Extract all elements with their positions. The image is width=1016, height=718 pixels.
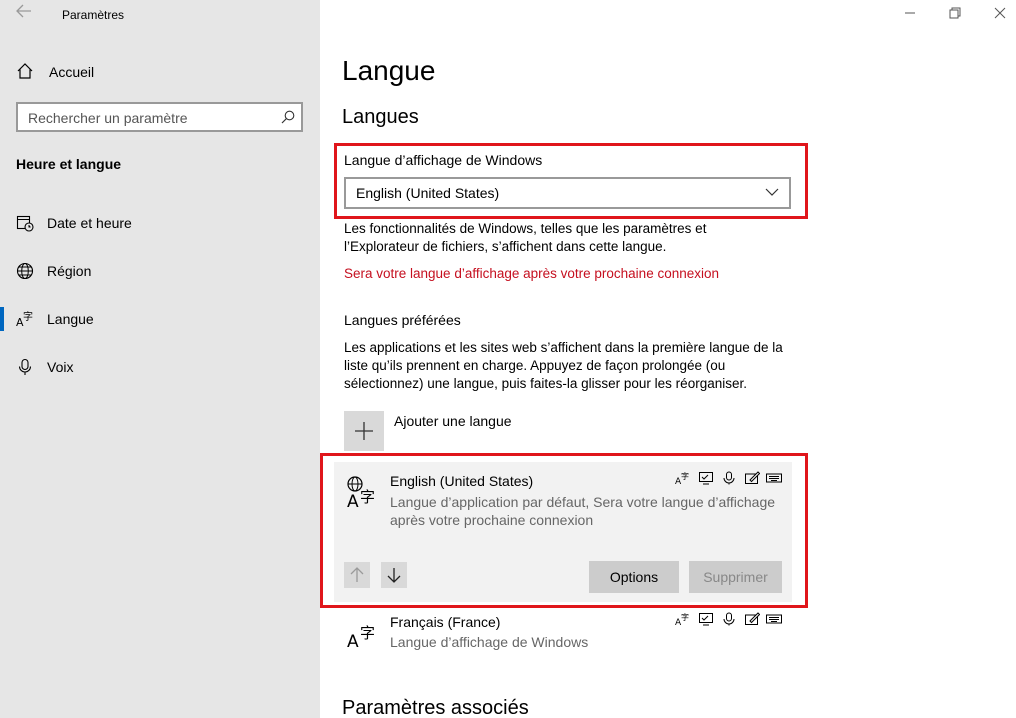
- page-title: Langue: [342, 55, 436, 86]
- sidebar-item-date-time[interactable]: Date et heure: [0, 205, 320, 241]
- back-arrow-icon[interactable]: [12, 4, 36, 24]
- sidebar: Paramètres Accueil Rechercher un paramèt…: [0, 0, 320, 718]
- svg-text:字: 字: [23, 310, 33, 323]
- arrow-down-icon: [387, 568, 401, 583]
- language-desc-1: Langue d’application par défaut, Sera vo…: [390, 494, 776, 510]
- active-indicator: [0, 307, 4, 331]
- handwriting-feature-icon: [744, 612, 761, 626]
- microphone-icon: [16, 358, 34, 376]
- search-input[interactable]: Rechercher un paramètre: [16, 102, 303, 132]
- display-language-value: English (United States): [356, 185, 500, 201]
- sidebar-item-label: Voix: [47, 359, 74, 375]
- date-time-icon: [16, 214, 34, 232]
- keyboard-feature-icon: [766, 612, 782, 626]
- nav-home[interactable]: Accueil: [0, 56, 320, 88]
- globe-icon: [16, 262, 34, 280]
- svg-text:字: 字: [681, 471, 689, 481]
- sidebar-item-voice[interactable]: Voix: [0, 349, 320, 385]
- options-button[interactable]: Options: [589, 561, 679, 593]
- close-icon[interactable]: [990, 6, 1010, 24]
- display-language-select[interactable]: English (United States): [344, 177, 791, 209]
- preferred-desc-3: sélectionnez) une langue, puis faites-la…: [344, 376, 747, 391]
- plus-icon: [355, 422, 373, 440]
- remove-button[interactable]: Supprimer: [689, 561, 782, 593]
- sidebar-item-language[interactable]: A字 Langue: [0, 301, 320, 337]
- speech-recognition-feature-icon: [721, 471, 737, 485]
- language-name[interactable]: Français (France): [390, 614, 500, 630]
- add-language-button[interactable]: [344, 411, 384, 451]
- title-bar: Paramètres: [0, 0, 320, 30]
- sidebar-item-label: Région: [47, 263, 92, 279]
- preferred-desc-1: Les applications et les sites web s’affi…: [344, 340, 783, 355]
- nav-home-label: Accueil: [49, 64, 95, 80]
- warning-text: Sera votre langue d’affichage après votr…: [344, 266, 720, 281]
- language-glyph-icon: A字: [346, 475, 380, 512]
- language-desc-1: Langue d’affichage de Windows: [390, 634, 589, 650]
- language-icon: A字: [16, 310, 34, 329]
- chevron-down-icon: [765, 185, 779, 199]
- display-language-desc-1: Les fonctionnalités de Windows, telles q…: [344, 221, 707, 236]
- related-settings-heading: Paramètres associés: [342, 697, 529, 718]
- languages-heading: Langues: [342, 106, 419, 128]
- move-down-button[interactable]: [381, 562, 407, 588]
- add-language-label[interactable]: Ajouter une langue: [394, 413, 512, 429]
- home-icon: [16, 62, 34, 80]
- display-language-label: Langue d’affichage de Windows: [344, 152, 543, 168]
- arrow-up-icon: [350, 567, 364, 582]
- svg-text:字: 字: [360, 488, 375, 506]
- display-language-feature-icon: A字: [675, 612, 691, 628]
- text-to-speech-feature-icon: [698, 612, 714, 626]
- handwriting-feature-icon: [744, 471, 761, 485]
- sidebar-item-label: Date et heure: [47, 215, 132, 231]
- search-icon[interactable]: [281, 110, 295, 124]
- svg-text:字: 字: [360, 624, 375, 642]
- preferred-languages-heading: Langues préférées: [344, 312, 461, 328]
- svg-text:字: 字: [681, 612, 689, 622]
- preferred-desc-2: liste qu’ils prennent en charge. Appuyez…: [344, 358, 726, 373]
- section-title: Heure et langue: [16, 156, 122, 172]
- display-language-feature-icon: A字: [675, 471, 691, 487]
- search-placeholder: Rechercher un paramètre: [28, 110, 188, 126]
- language-name: English (United States): [390, 473, 534, 489]
- svg-text:A: A: [347, 632, 359, 650]
- language-glyph-icon: A字: [346, 616, 380, 652]
- sidebar-item-label: Langue: [47, 311, 94, 327]
- keyboard-feature-icon: [766, 471, 782, 485]
- language-desc-2: après votre prochaine connexion: [390, 512, 594, 528]
- svg-text:A: A: [347, 492, 359, 509]
- restore-icon[interactable]: [945, 6, 965, 24]
- app-title: Paramètres: [62, 8, 125, 22]
- minimize-icon[interactable]: [900, 6, 920, 24]
- display-language-desc-2: l’Explorateur de fichiers, s’affichent d…: [344, 239, 667, 254]
- text-to-speech-feature-icon: [698, 471, 714, 485]
- speech-recognition-feature-icon: [721, 612, 737, 626]
- move-up-button[interactable]: [344, 562, 370, 588]
- sidebar-item-region[interactable]: Région: [0, 253, 320, 289]
